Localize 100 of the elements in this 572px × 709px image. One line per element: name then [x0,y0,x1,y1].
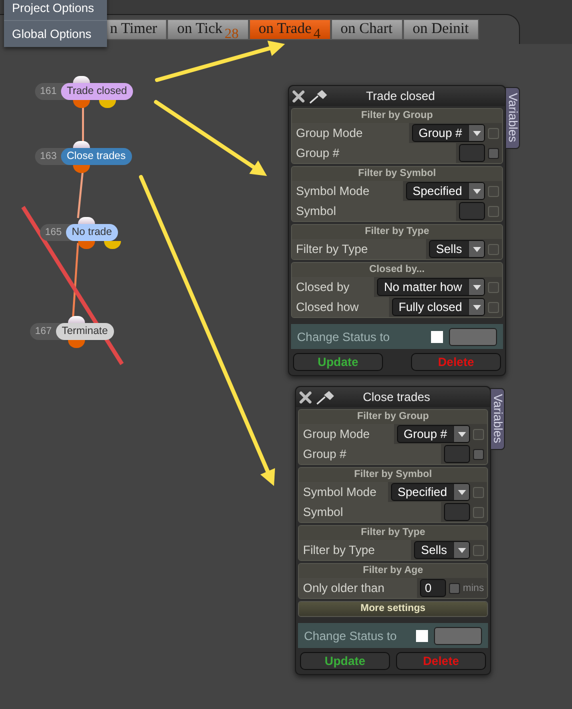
input-field[interactable] [444,503,470,521]
checkbox[interactable] [488,186,499,196]
output-port-icon[interactable] [78,241,95,249]
section-heading[interactable]: Filter by Symbol [292,167,502,181]
output-port-icon[interactable] [99,100,116,108]
field-label: Group Mode [292,123,409,143]
section-heading[interactable]: Filter by Group [292,109,502,123]
output-port-icon[interactable] [68,340,85,348]
side-tab[interactable]: Variables [490,388,505,450]
unit-label: mins [462,582,484,596]
tab[interactable]: on Chart [330,19,403,40]
dropdown[interactable]: Sells [428,240,485,258]
dropdown[interactable]: Specified [406,182,485,200]
input-field[interactable] [434,626,482,644]
section-heading[interactable]: Filter by Group [299,410,487,424]
dropdown[interactable]: Fully closed [392,298,485,316]
caret-icon [472,130,480,136]
menu-item[interactable]: Project Options [4,0,107,20]
input-field[interactable] [459,144,485,162]
output-port-icon[interactable] [73,165,90,173]
checkbox[interactable] [473,506,484,518]
dropdown-value: Sells [420,542,448,558]
output-port-icon[interactable] [104,241,121,249]
dropdown-value: Specified [396,484,448,500]
dropdown-button[interactable] [453,542,469,558]
input-port-icon[interactable] [78,217,95,224]
dropdown-button[interactable] [468,241,484,257]
node-id: 165 [44,226,63,240]
dropdown-value: No matter how [382,279,463,295]
tab[interactable]: on Trade4 [248,19,330,40]
field-label: Closed by [292,277,374,297]
close-icon[interactable] [292,90,305,102]
checkbox[interactable] [473,544,484,556]
checkbox[interactable] [448,582,460,594]
section-heading[interactable]: More settings [299,602,487,616]
side-tab[interactable]: Variables [505,87,520,149]
checkbox[interactable] [416,630,428,642]
field-label: Symbol Mode [299,482,388,502]
node-label: Terminate [56,323,114,340]
node-id: 163 [39,150,58,164]
section-heading[interactable]: Filter by Type [299,526,487,540]
checkbox[interactable] [488,282,499,292]
node-label: Close trades [60,148,132,165]
caret-icon [472,188,480,194]
field-label: Symbol Mode [292,181,403,201]
checkbox[interactable] [488,206,499,216]
field-label: Filter by Type [292,239,426,259]
input-field[interactable] [459,202,485,220]
dropdown-button[interactable] [453,484,469,500]
section-heading[interactable]: Filter by Symbol [299,468,487,482]
dropdown-button[interactable] [468,183,484,199]
status-label: Change Status to [304,628,398,644]
checkbox[interactable] [473,448,484,460]
update-button[interactable]: Update [300,652,390,670]
update-button[interactable]: Update [293,353,383,371]
dropdown[interactable]: No matter how [376,278,485,296]
node-pill[interactable]: 161 Trade closed [35,83,133,100]
dropdown[interactable]: Group # [412,124,485,142]
checkbox[interactable] [488,302,499,312]
status-label: Change Status to [297,328,391,346]
field-label: Group # [292,143,456,163]
output-port-icon[interactable] [73,100,90,108]
input-port-icon[interactable] [73,76,90,83]
field-label: Closed how [292,297,389,317]
checkbox[interactable] [473,486,484,498]
node-pill[interactable]: 163 Close trades [35,148,132,165]
dropdown[interactable]: Group # [396,425,470,443]
checkbox[interactable] [488,148,499,158]
dropdown-button[interactable] [453,426,469,442]
field-label: Group # [299,444,441,464]
field-label: Group Mode [299,424,394,444]
dropdown[interactable]: Specified [390,483,470,501]
tab-count: 28 [224,27,239,42]
dropdown-button[interactable] [468,125,484,141]
checkbox[interactable] [431,330,443,342]
dropdown-button[interactable] [468,279,484,295]
tab[interactable]: on Tick28 [167,19,249,40]
node-pill[interactable]: 167 Terminate [30,323,114,340]
node-pill[interactable]: 165 No trade [40,224,118,241]
section-heading[interactable]: Closed by... [292,263,502,277]
checkbox[interactable] [488,128,499,138]
dropdown-value: Group # [418,125,463,141]
checkbox[interactable] [473,428,484,440]
input-port-icon[interactable] [73,141,90,148]
tab-count: 4 [314,27,320,42]
number-field[interactable]: 0 [420,579,446,597]
input-port-icon[interactable] [68,316,85,323]
checkbox[interactable] [488,244,499,254]
section-heading[interactable]: Filter by Age [299,564,487,578]
dropdown-value: Fully closed [398,299,463,315]
input-field[interactable] [449,328,497,346]
section-heading[interactable]: Filter by Type [292,225,502,239]
dropdown[interactable]: Sells [414,541,470,559]
field-label: Filter by Type [299,540,411,560]
tab[interactable]: on Deinit [402,19,479,40]
input-field[interactable] [444,445,470,463]
close-icon[interactable] [299,390,312,404]
menu-item[interactable]: Global Options [4,20,107,47]
dropdown-button[interactable] [468,299,484,315]
node-id: 167 [34,325,53,339]
